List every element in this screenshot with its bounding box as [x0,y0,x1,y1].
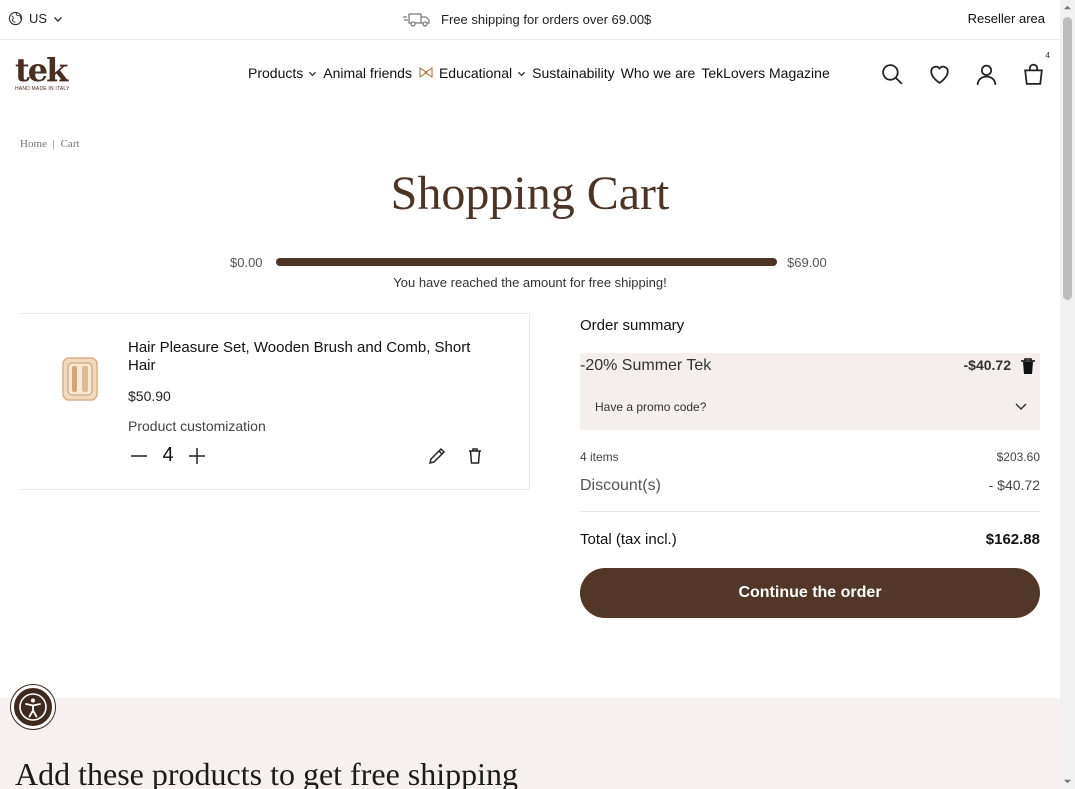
reseller-area-link[interactable]: Reseller area [968,11,1045,26]
account-button[interactable] [974,62,999,87]
accessibility-icon [19,693,47,721]
chevron-down-icon [54,16,63,22]
product-thumbnail [62,357,98,401]
summary-discount-row: Discount(s) - $40.72 [580,477,1040,495]
page-scrollbar[interactable] [1060,0,1075,789]
logo[interactable]: tek HAND MADE IN ITALY [15,51,81,94]
product-image[interactable] [60,354,100,404]
wishlist-button[interactable] [927,62,952,87]
discount-label: Discount(s) [580,477,661,494]
cart-count-badge: 4 [1043,51,1052,60]
summary-items-row: 4 items $203.60 [580,450,1040,464]
breadcrumb-current: Cart [60,138,80,150]
progress-max-label: $69.00 [787,255,827,270]
applied-promo-name: -20% Summer Tek [580,357,712,374]
product-price: $50.90 [128,388,171,404]
cart-item: Hair Pleasure Set, Wooden Brush and Comb… [20,313,530,490]
scroll-up-arrow-icon[interactable] [1063,3,1072,12]
plus-icon [189,447,205,464]
items-subtotal: $203.60 [996,450,1040,464]
nav-item-animal-friends[interactable]: Animal friends [323,65,412,81]
progress-min-label: $0.00 [230,255,263,270]
shipping-message: Free shipping for orders over 69.00$ [441,11,652,27]
scrollbar-thumb[interactable] [1063,17,1072,300]
breadcrumb-separator: | [52,138,55,150]
remove-promo-button[interactable] [1020,357,1036,375]
locale-label: US [29,11,48,26]
header-icons: 4 [880,51,1052,87]
cart-icon [1024,63,1043,85]
cart-button[interactable]: 4 [1021,51,1052,87]
breadcrumb-home[interactable]: Home [20,138,47,150]
locale-selector[interactable]: US [8,11,63,26]
total-value: $162.88 [985,531,1040,548]
scroll-down-arrow-icon[interactable] [1063,777,1072,786]
edit-item-button[interactable] [427,446,447,466]
increase-quantity-button[interactable] [186,445,208,467]
chevron-down-icon [518,71,526,76]
nav-label: Animal friends [323,65,412,81]
minus-icon [131,454,147,457]
recommendations-title: Add these products to get free shipping [15,756,518,789]
search-button[interactable] [880,62,905,87]
product-customization-link[interactable]: Product customization [128,418,266,434]
top-bar: US Free shipping for orders over 69.00$ … [0,0,1060,40]
shipping-banner: Free shipping for orders over 69.00$ [403,11,651,27]
heart-icon [930,65,949,84]
continue-order-button[interactable]: Continue the order [580,568,1040,618]
search-icon [882,64,903,85]
nav-item-educational[interactable]: Educational [418,65,526,81]
promo-code-toggle[interactable]: Have a promo code? [595,400,706,414]
product-name[interactable]: Hair Pleasure Set, Wooden Brush and Comb… [128,339,488,375]
chevron-down-icon [309,71,317,76]
free-shipping-note: You have reached the amount for free shi… [393,275,667,290]
nav-item-teklovers-magazine[interactable]: TekLovers Magazine [701,65,829,81]
order-summary-title: Order summary [580,317,685,334]
applied-promo-amount: -$40.72 [963,357,1011,373]
nav-item-who-we-are[interactable]: Who we are [621,65,696,81]
chevron-down-icon [1015,403,1027,411]
nav-label: TekLovers Magazine [701,65,830,81]
logo-tagline: HAND MADE IN ITALY [15,86,70,92]
user-icon [976,64,997,85]
remove-item-button[interactable] [465,446,485,466]
recommendations-section: Add these products to get free shipping [0,698,1060,789]
total-label: Total (tax incl.) [580,531,677,548]
globe-icon [8,11,23,26]
page-title: Shopping Cart [390,167,670,220]
trash-icon [469,448,481,464]
trash-icon [1021,358,1035,374]
pencil-icon [428,447,446,465]
free-shipping-progress-fill [276,258,777,266]
free-shipping-progress [276,258,777,266]
decrease-quantity-button[interactable] [128,445,150,467]
nav-item-products[interactable]: Products [248,65,317,81]
breadcrumb: Home | Cart [20,138,80,150]
quantity-value[interactable]: 4 [150,444,186,467]
nav-label: Educational [438,65,513,81]
truck-icon [403,13,430,27]
discount-value: - $40.72 [988,477,1040,493]
nav-item-sustainability[interactable]: Sustainability [532,65,615,81]
quantity-stepper: 4 [128,444,208,467]
nav-label: Products [248,65,304,81]
logo-wordmark: tek [15,51,68,89]
promo-section: -20% Summer Tek -$40.72 Have a promo cod… [580,353,1040,430]
accessibility-button[interactable] [11,685,55,729]
summary-divider [580,511,1040,512]
ribbon-icon [419,66,433,79]
main-nav: Products Animal friends Educational Sust… [248,65,836,81]
summary-total-row: Total (tax incl.) $162.88 [580,531,1040,548]
nav-label: Who we are [620,65,696,81]
nav-label: Sustainability [532,65,615,81]
items-count-label: 4 items [580,450,619,464]
promo-code-expand[interactable] [1014,399,1028,413]
